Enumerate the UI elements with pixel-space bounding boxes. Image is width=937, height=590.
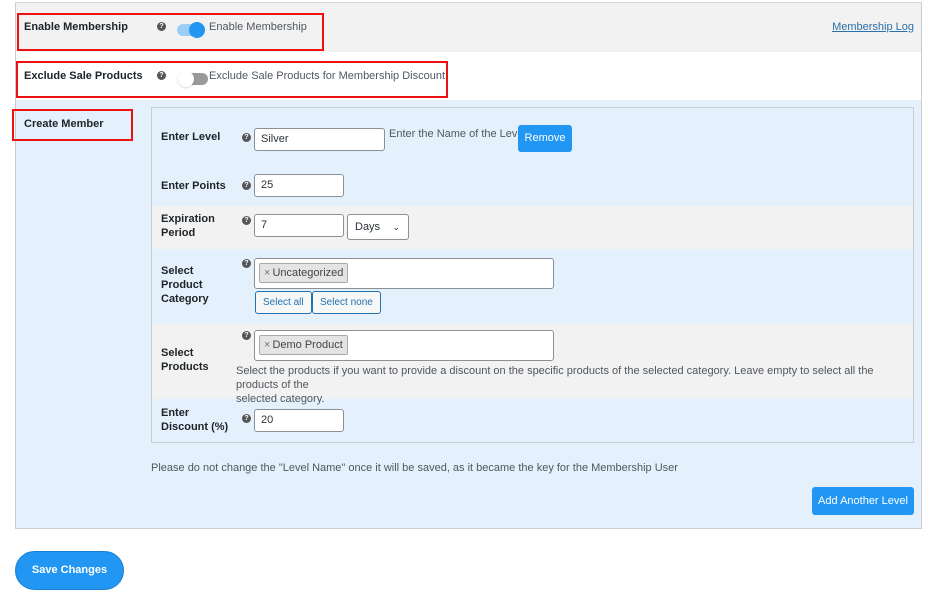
question-circle-icon: ?: [242, 133, 251, 142]
chevron-down-icon: ⌄: [392, 222, 400, 232]
product-category-multiselect[interactable]: × Uncategorized: [254, 258, 554, 289]
question-circle-icon: ?: [157, 71, 166, 80]
discount-label: Enter Discount (%): [161, 406, 228, 434]
label-line: Period: [161, 227, 196, 239]
products-row: Select Products ? × Demo Product Select t…: [152, 324, 913, 405]
exclude-sale-products-label: Exclude Sale Products: [24, 70, 143, 82]
enable-membership-toggle[interactable]: [177, 22, 205, 38]
enter-points-row: Enter Points ? 25: [152, 166, 913, 206]
label-line: Products: [161, 361, 209, 373]
expiration-unit-select[interactable]: Days ⌄: [347, 214, 409, 240]
discount-input[interactable]: 20: [254, 409, 344, 432]
product-category-row: Select Product Category ? × Uncategorized…: [152, 249, 913, 324]
chip-remove-icon[interactable]: ×: [264, 339, 270, 351]
create-member-row: Create Member Enter Level ? Silver Enter…: [16, 100, 921, 528]
question-circle-icon: ?: [242, 181, 251, 190]
label-line: Product: [161, 279, 203, 291]
discount-row: Enter Discount (%) ? 20: [152, 399, 913, 442]
label-line: Expiration: [161, 213, 215, 225]
exclude-sale-products-toggle[interactable]: [178, 71, 208, 87]
label-line: Category: [161, 293, 209, 305]
question-circle-icon: ?: [242, 216, 251, 225]
toggle-knob: [178, 71, 194, 87]
expiration-value-input[interactable]: 7: [254, 214, 344, 237]
question-circle-icon: ?: [242, 259, 251, 268]
points-input[interactable]: 25: [254, 174, 344, 197]
product-category-label: Select Product Category: [161, 264, 209, 306]
expiration-period-label: Expiration Period: [161, 212, 215, 240]
toggle-knob: [189, 22, 205, 38]
question-circle-icon: ?: [242, 331, 251, 340]
enable-membership-description: Enable Membership: [209, 21, 307, 33]
exclude-sale-products-description: Exclude Sale Products for Membership Dis…: [209, 70, 445, 82]
membership-log-link[interactable]: Membership Log: [832, 21, 914, 33]
level-name-notice: Please do not change the "Level Name" on…: [151, 462, 678, 474]
save-changes-button[interactable]: Save Changes: [15, 551, 124, 590]
enter-points-label: Enter Points: [161, 180, 226, 192]
products-label: Select Products: [161, 346, 209, 374]
select-all-button[interactable]: Select all: [255, 291, 312, 314]
exclude-sale-products-row: Exclude Sale Products ? Exclude Sale Pro…: [16, 52, 921, 100]
chip-label: Uncategorized: [272, 267, 344, 279]
membership-level-panel: Enter Level ? Silver Enter the Name of t…: [151, 107, 914, 443]
expiration-period-row: Expiration Period ? 7 Days ⌄: [152, 206, 913, 249]
label-line: Enter: [161, 407, 190, 419]
selected-unit: Days: [355, 221, 381, 233]
enter-level-row: Enter Level ? Silver Enter the Name of t…: [152, 108, 913, 166]
enable-membership-label: Enable Membership: [24, 21, 128, 33]
question-circle-icon: ?: [242, 414, 251, 423]
chip-remove-icon[interactable]: ×: [264, 267, 270, 279]
add-another-level-button[interactable]: Add Another Level: [812, 487, 914, 515]
label-line: Select: [161, 265, 194, 277]
description-line: Select the products if you want to provi…: [236, 365, 874, 391]
category-chip: × Uncategorized: [259, 263, 349, 283]
product-chip: × Demo Product: [259, 335, 348, 355]
create-member-label: Create Member: [24, 118, 104, 130]
label-line: Discount (%): [161, 421, 229, 433]
level-name-description: Enter the Name of the Level: [389, 128, 526, 140]
chip-label: Demo Product: [272, 339, 343, 351]
label-line: Select: [161, 347, 194, 359]
enter-level-label: Enter Level: [161, 131, 221, 143]
products-multiselect[interactable]: × Demo Product: [254, 330, 554, 361]
settings-form: Enable Membership ? Enable Membership Me…: [15, 2, 922, 529]
enable-membership-row: Enable Membership ? Enable Membership Me…: [16, 3, 921, 52]
level-name-input[interactable]: Silver: [254, 128, 385, 151]
question-circle-icon: ?: [157, 22, 166, 31]
remove-level-button[interactable]: Remove: [518, 125, 572, 152]
select-none-button[interactable]: Select none: [312, 291, 381, 314]
